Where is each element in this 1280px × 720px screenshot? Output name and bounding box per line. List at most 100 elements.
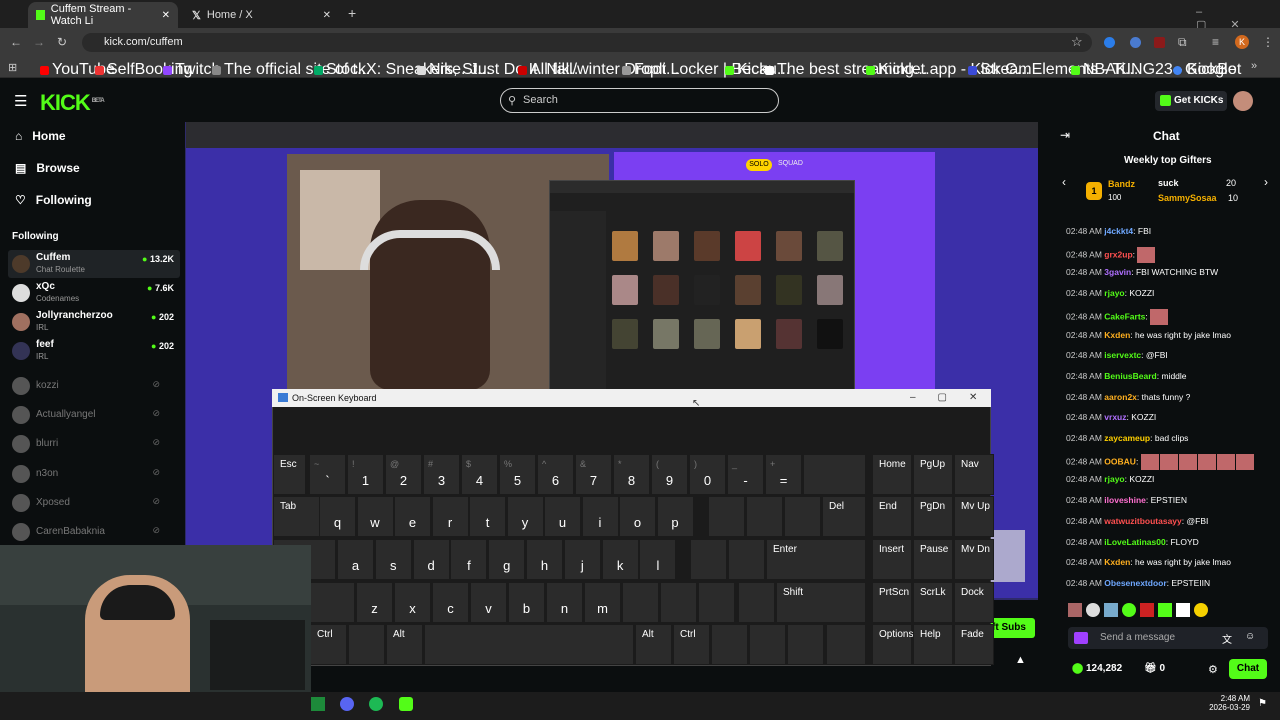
key-s[interactable]: s bbox=[374, 539, 412, 580]
key-z[interactable]: z bbox=[356, 582, 393, 623]
close-icon[interactable]: ✕ bbox=[323, 10, 331, 21]
nav-home[interactable]: ⌂ Home bbox=[15, 129, 66, 143]
back-icon[interactable]: ← bbox=[10, 35, 22, 49]
key-windows[interactable] bbox=[348, 624, 385, 665]
key-r[interactable]: r bbox=[431, 496, 469, 537]
key-ctrl[interactable]: Ctrl bbox=[310, 624, 347, 665]
tab-home-x[interactable]: 𝕏 Home / X ✕ bbox=[184, 2, 339, 28]
key-0[interactable]: ) 0 bbox=[689, 454, 726, 495]
following-channel[interactable]: xQc Codenames ● 7.6K bbox=[8, 279, 180, 307]
send-chat-button[interactable]: Chat bbox=[1229, 659, 1267, 679]
bookmark[interactable]: Google bbox=[1173, 61, 1237, 79]
message-username[interactable]: vrxuz bbox=[1104, 412, 1126, 422]
key-5[interactable]: % 5 bbox=[499, 454, 536, 495]
extension-icon[interactable] bbox=[1154, 37, 1165, 48]
key-v[interactable]: v bbox=[470, 582, 507, 623]
gifts-display[interactable]: 🎁︎ 0 bbox=[1144, 663, 1165, 674]
chevron-left-icon[interactable]: ‹ bbox=[1062, 175, 1066, 189]
key-options[interactable]: Options bbox=[872, 624, 913, 665]
spotify-icon[interactable] bbox=[369, 697, 383, 711]
star-icon[interactable]: ☆ bbox=[1071, 34, 1083, 50]
key-b[interactable]: b bbox=[508, 582, 545, 623]
message-username[interactable]: rjayo bbox=[1104, 288, 1124, 298]
key--[interactable]: _ - bbox=[727, 454, 764, 495]
hamburger-icon[interactable]: ☰ bbox=[14, 92, 27, 110]
key-alt[interactable]: Alt bbox=[386, 624, 423, 665]
key-7[interactable]: & 7 bbox=[575, 454, 612, 495]
key-pgdn[interactable]: PgDn bbox=[913, 496, 953, 537]
key-bracket-open[interactable] bbox=[708, 496, 745, 537]
close-icon[interactable]: ✕ bbox=[162, 10, 170, 21]
following-channel[interactable]: Cuffem Chat Roulette ● 13.2K bbox=[8, 250, 180, 278]
key-backslash[interactable] bbox=[784, 496, 821, 537]
key-quote[interactable] bbox=[728, 539, 765, 580]
message-input[interactable]: Send a message bbox=[1068, 627, 1268, 649]
key-esc[interactable]: Esc bbox=[273, 454, 306, 495]
xbox-icon[interactable] bbox=[311, 697, 325, 711]
url-field[interactable]: kick.com/cuffem bbox=[82, 33, 1092, 52]
extension-icon[interactable] bbox=[1104, 37, 1115, 48]
key-del[interactable]: Del bbox=[822, 496, 866, 537]
message-username[interactable]: grx2up bbox=[1104, 249, 1132, 259]
user-avatar[interactable] bbox=[1233, 91, 1253, 111]
key-i[interactable]: i bbox=[581, 496, 619, 537]
kick-logo[interactable]: KICK BETA bbox=[40, 90, 105, 116]
discord-icon[interactable] bbox=[340, 697, 354, 711]
following-channel[interactable]: Jollyrancherzoo IRL ● 202 bbox=[8, 308, 180, 336]
key-insert[interactable]: Insert bbox=[872, 539, 912, 580]
key-scrlk[interactable]: ScrLk bbox=[913, 582, 953, 623]
key-alt-right[interactable]: Alt bbox=[635, 624, 672, 665]
key-o[interactable]: o bbox=[619, 496, 656, 537]
key-2[interactable]: @2 bbox=[385, 454, 422, 495]
key-6[interactable]: ^ 6 bbox=[537, 454, 574, 495]
points-display[interactable]: ⬤ 124,282 bbox=[1072, 663, 1122, 674]
get-kicks-button[interactable]: Get KICKs bbox=[1155, 91, 1227, 111]
key-c[interactable]: c bbox=[432, 582, 469, 623]
nav-browse[interactable]: ▤ Browse bbox=[15, 161, 80, 175]
key-h[interactable]: h bbox=[526, 539, 563, 580]
message-username[interactable]: BeniusBeard bbox=[1104, 371, 1156, 381]
key-a[interactable]: a bbox=[337, 539, 374, 580]
message-username[interactable]: rjayo bbox=[1104, 474, 1124, 484]
key-backspace[interactable] bbox=[803, 454, 866, 495]
reload-icon[interactable]: ↻ bbox=[57, 35, 67, 49]
following-channel-offline[interactable]: blurri ⊘ bbox=[8, 430, 180, 458]
emote-icon[interactable] bbox=[1176, 603, 1190, 617]
key-=[interactable]: + = bbox=[765, 454, 802, 495]
key-x[interactable]: x bbox=[394, 582, 431, 623]
key-mv-up[interactable]: Mv Up bbox=[954, 496, 994, 537]
key-q[interactable]: q bbox=[319, 496, 356, 537]
key-`[interactable]: ~ ` bbox=[309, 454, 346, 495]
key-enter[interactable]: Enter bbox=[766, 539, 866, 580]
message-username[interactable]: OOBAU bbox=[1104, 456, 1136, 466]
key-j[interactable]: j bbox=[563, 539, 601, 580]
emote-icon[interactable] bbox=[1140, 603, 1154, 617]
key-space[interactable] bbox=[424, 624, 634, 665]
key-menu[interactable] bbox=[826, 624, 866, 665]
message-username[interactable]: Obesenextdoor bbox=[1104, 578, 1166, 588]
key-shift-left[interactable] bbox=[310, 582, 355, 623]
translate-icon[interactable]: 文 bbox=[1222, 631, 1232, 646]
following-channel-offline[interactable]: Xposed ⊘ bbox=[8, 489, 180, 517]
key-home[interactable]: Home bbox=[872, 454, 912, 495]
emoji-icon[interactable]: ☺ bbox=[1245, 631, 1255, 642]
following-channel[interactable]: feef IRL ● 202 bbox=[8, 337, 180, 365]
osk-window-controls[interactable]: –▢✕ bbox=[910, 392, 999, 403]
notification-icon[interactable]: ⚑ bbox=[1258, 698, 1267, 709]
key-help[interactable]: Help bbox=[913, 624, 953, 665]
extension-icon[interactable] bbox=[1130, 37, 1141, 48]
key-pause[interactable]: Pause bbox=[913, 539, 953, 580]
key-p[interactable]: p bbox=[656, 496, 694, 537]
following-channel-offline[interactable]: CarenBabaknia ⊘ bbox=[8, 518, 180, 546]
media-icon[interactable]: ≡ bbox=[1212, 35, 1219, 49]
key-down-arrow[interactable] bbox=[749, 624, 786, 665]
key-t[interactable]: t bbox=[469, 496, 506, 537]
key-k[interactable]: k bbox=[601, 539, 639, 580]
key-1[interactable]: ! 1 bbox=[347, 454, 384, 495]
more-bookmarks-icon[interactable]: » bbox=[1251, 60, 1257, 72]
message-username[interactable]: 3gavin bbox=[1104, 267, 1131, 277]
key-semicolon[interactable] bbox=[690, 539, 727, 580]
key-n[interactable]: n bbox=[546, 582, 583, 623]
emote-icon[interactable] bbox=[1104, 603, 1118, 617]
message-username[interactable]: Kxden bbox=[1104, 330, 1130, 340]
